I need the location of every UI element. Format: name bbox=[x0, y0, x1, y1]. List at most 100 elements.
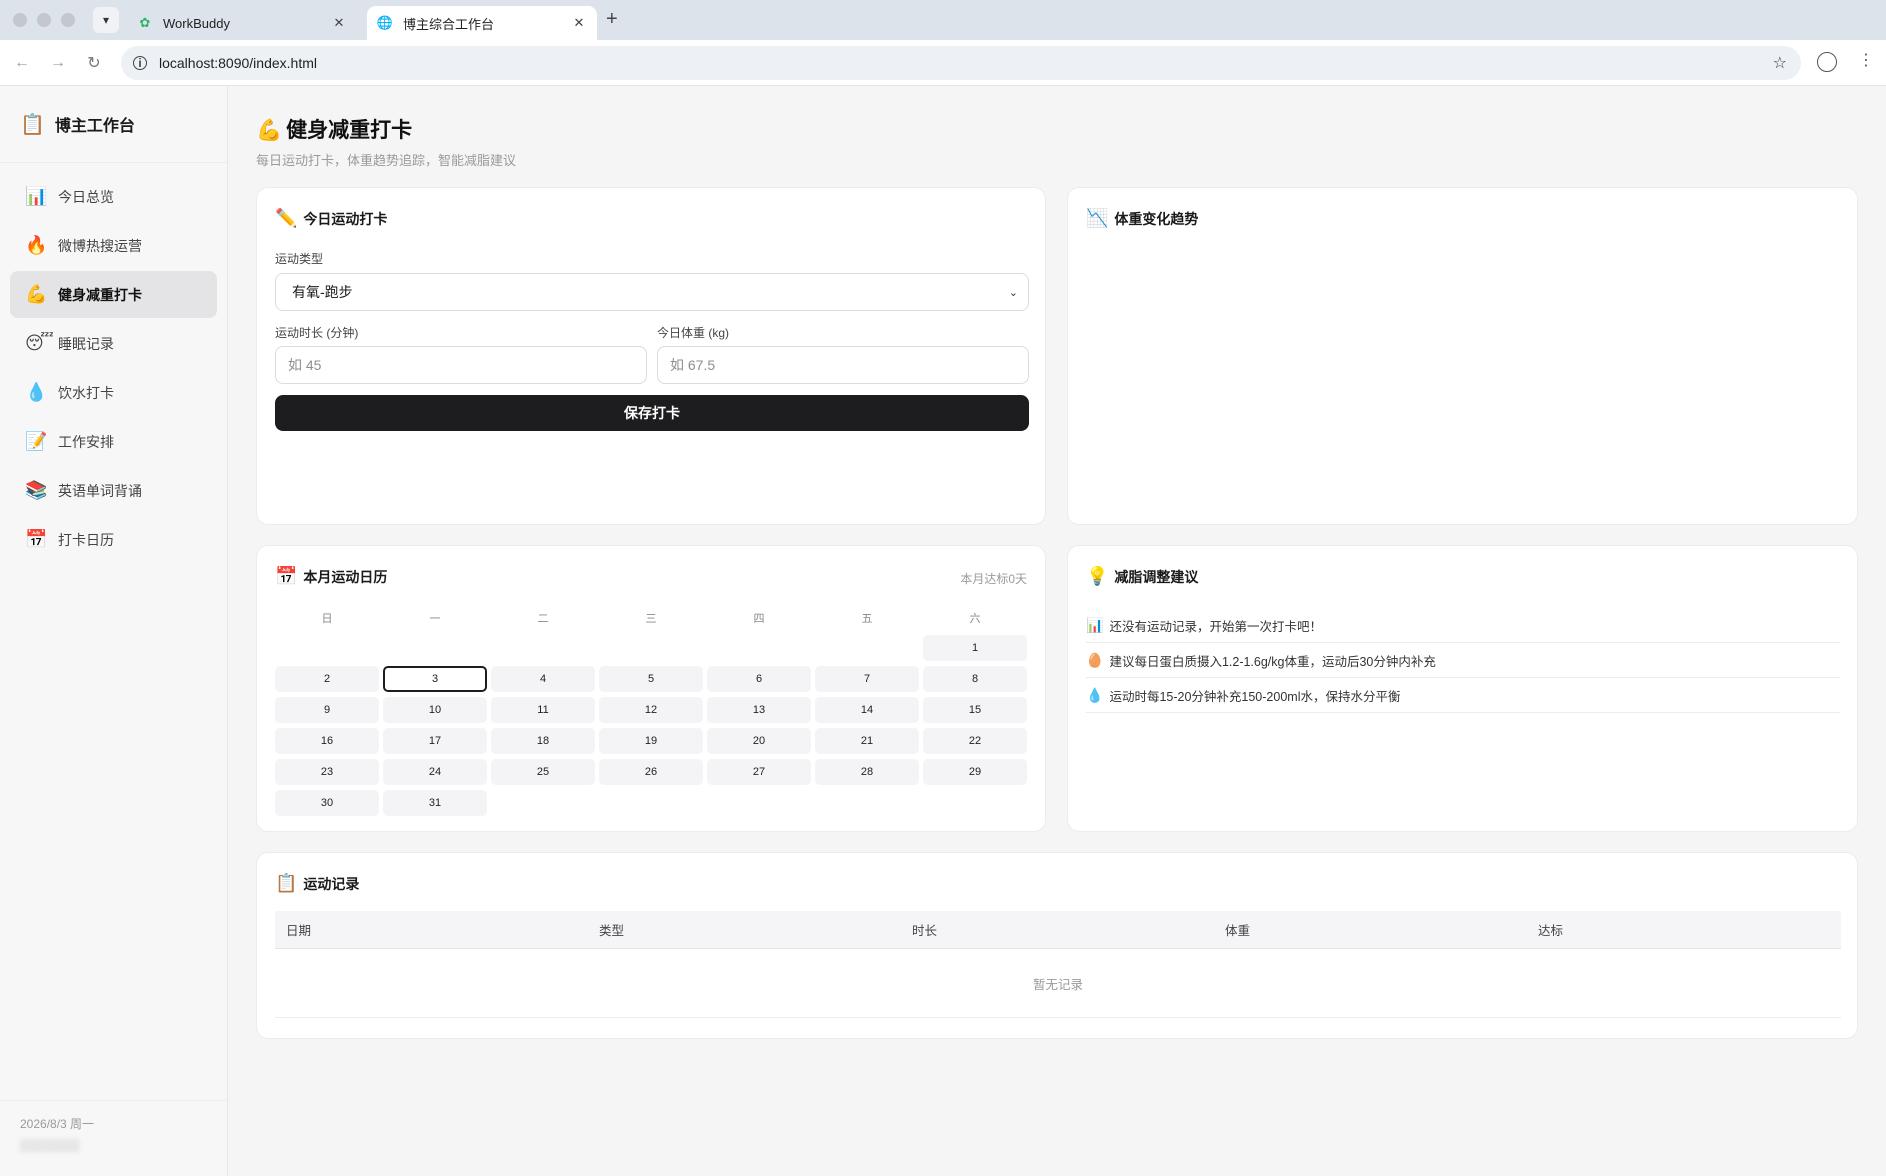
tip-item: 🥚 建议每日蛋白质摄入1.2-1.6g/kg体重，运动后30分钟内补充 bbox=[1086, 643, 1840, 678]
calendar-day[interactable]: 9 bbox=[275, 697, 379, 723]
bar-chart-icon: 📊 bbox=[25, 186, 48, 206]
calendar-day[interactable]: 26 bbox=[599, 759, 703, 785]
calendar-day[interactable]: 17 bbox=[383, 728, 487, 754]
sidebar-item[interactable]: 💪 健身减重打卡 bbox=[10, 271, 217, 318]
calendar-day[interactable]: 8 bbox=[923, 666, 1027, 692]
pencil-icon: ✏️ bbox=[275, 208, 298, 228]
calendar-icon: 📅 bbox=[275, 566, 298, 586]
books-icon: 📚 bbox=[25, 480, 48, 500]
calendar-day[interactable]: 25 bbox=[491, 759, 595, 785]
calendar-day[interactable]: 7 bbox=[815, 666, 919, 692]
close-tab-icon[interactable]: ✕ bbox=[331, 15, 347, 31]
calendar-day[interactable]: 11 bbox=[491, 697, 595, 723]
back-arrow-icon[interactable]: ← bbox=[12, 54, 32, 72]
records-card: 📋 运动记录 日期 类型 时长 体重 达标 暂无记录 bbox=[256, 852, 1858, 1039]
calendar-day[interactable]: 21 bbox=[815, 728, 919, 754]
card-title: 今日运动打卡 bbox=[303, 210, 388, 227]
site-info-icon[interactable]: i bbox=[133, 56, 147, 70]
clipboard-icon: 📋 bbox=[20, 113, 45, 136]
calendar-day[interactable]: 18 bbox=[491, 728, 595, 754]
close-window-button[interactable] bbox=[13, 13, 27, 27]
sidebar-item[interactable]: 📚 英语单词背诵 bbox=[10, 467, 217, 514]
browser-tab-active[interactable]: 🌐 博主综合工作台 ✕ bbox=[367, 6, 597, 40]
calendar-day[interactable]: 16 bbox=[275, 728, 379, 754]
droplet-icon: 💧 bbox=[1086, 686, 1104, 703]
minimize-window-button[interactable] bbox=[37, 13, 51, 27]
sidebar-item[interactable]: 😴 睡眠记录 bbox=[10, 320, 217, 367]
browser-menu-icon[interactable]: ⋮ bbox=[1858, 50, 1874, 70]
maximize-window-button[interactable] bbox=[61, 13, 75, 27]
calendar-day[interactable]: 31 bbox=[383, 790, 487, 816]
forward-arrow-icon[interactable]: → bbox=[48, 54, 68, 72]
sidebar-item-label: 健身减重打卡 bbox=[58, 286, 142, 303]
profile-icon[interactable] bbox=[1817, 52, 1837, 72]
address-bar[interactable]: i localhost:8090/index.html ☆ bbox=[121, 46, 1801, 80]
calendar-day[interactable]: 4 bbox=[491, 666, 595, 692]
calendar-day[interactable]: 14 bbox=[815, 697, 919, 723]
weekday-header: 日 bbox=[321, 613, 333, 625]
calendar-grid: 日一二三四五六 1 2 3 4 5 6 7 8 9 10 11 12 13 14 15 16 17 18 19 20 21… bbox=[275, 608, 1029, 816]
tip-text: 还没有运动记录，开始第一次打卡吧！ bbox=[1109, 619, 1322, 634]
calendar-blank bbox=[599, 635, 703, 661]
calendar-day-today[interactable]: 3 bbox=[383, 666, 487, 692]
sidebar-item[interactable]: 📝 工作安排 bbox=[10, 418, 217, 465]
sidebar-item[interactable]: 💧 饮水打卡 bbox=[10, 369, 217, 416]
calendar-day[interactable]: 6 bbox=[707, 666, 811, 692]
tip-text: 运动时每15-20分钟补充150-200ml水，保持水分平衡 bbox=[1109, 689, 1401, 704]
weight-label: 今日体重 (kg) bbox=[657, 326, 730, 340]
sidebar: 📋 博主工作台 📊 今日总览 🔥 微博热搜运营 💪 健身减重打卡 😴 睡眠记录 💧 饮水打卡 📝 工作… bbox=[0, 86, 228, 1176]
calendar-day[interactable]: 28 bbox=[815, 759, 919, 785]
save-checkin-button[interactable]: 保存打卡 bbox=[275, 395, 1029, 431]
calendar-day[interactable]: 30 bbox=[275, 790, 379, 816]
calendar-day[interactable]: 23 bbox=[275, 759, 379, 785]
calendar-day[interactable]: 20 bbox=[707, 728, 811, 754]
sidebar-item[interactable]: 📅 打卡日历 bbox=[10, 516, 217, 563]
flexed-biceps-icon: 💪 bbox=[256, 119, 283, 142]
exercise-type-value: 有氧-跑步 bbox=[292, 284, 353, 300]
calendar-day[interactable]: 1 bbox=[923, 635, 1027, 661]
calendar-day[interactable]: 22 bbox=[923, 728, 1027, 754]
calendar-card: 📅 本月运动日历 本月达标0天 日一二三四五六 1 2 3 4 5 6 7 8 9 10 11 12 13… bbox=[256, 545, 1046, 832]
browser-tab-workbuddy[interactable]: ✿ WorkBuddy ✕ bbox=[127, 6, 357, 40]
weekday-header: 一 bbox=[429, 613, 441, 625]
browser-toolbar: ← → ↻ i localhost:8090/index.html ☆ ⋮ bbox=[0, 40, 1886, 86]
monthly-goal-summary: 本月达标0天 bbox=[960, 572, 1027, 586]
tab-search-chevron-icon[interactable]: ▾ bbox=[93, 7, 119, 33]
chart-decreasing-icon: 📉 bbox=[1086, 208, 1109, 228]
calendar-day[interactable]: 15 bbox=[923, 697, 1027, 723]
calendar-day[interactable]: 5 bbox=[599, 666, 703, 692]
sidebar-item[interactable]: 🔥 微博热搜运营 bbox=[10, 222, 217, 269]
duration-input[interactable] bbox=[275, 346, 647, 384]
calendar-day[interactable]: 19 bbox=[599, 728, 703, 754]
window-controls bbox=[13, 13, 75, 27]
tip-text: 建议每日蛋白质摄入1.2-1.6g/kg体重，运动后30分钟内补充 bbox=[1109, 654, 1436, 669]
sidebar-menu: 📊 今日总览 🔥 微博热搜运营 💪 健身减重打卡 😴 睡眠记录 💧 饮水打卡 📝 工作安排 📚 英语单词背… bbox=[0, 163, 227, 575]
clipboard-icon: 📋 bbox=[275, 873, 298, 893]
calendar-day[interactable]: 12 bbox=[599, 697, 703, 723]
calendar-day[interactable]: 10 bbox=[383, 697, 487, 723]
new-tab-plus-icon[interactable]: + bbox=[606, 8, 618, 31]
egg-icon: 🥚 bbox=[1086, 651, 1104, 668]
bookmark-star-icon[interactable]: ☆ bbox=[1773, 53, 1787, 73]
weight-input[interactable] bbox=[657, 346, 1029, 384]
calendar-day[interactable]: 29 bbox=[923, 759, 1027, 785]
calendar-day[interactable]: 24 bbox=[383, 759, 487, 785]
reload-icon[interactable]: ↻ bbox=[84, 53, 104, 73]
sidebar-item[interactable]: 📊 今日总览 bbox=[10, 173, 217, 220]
card-header: 💡 减脂调整建议 bbox=[1086, 566, 1198, 587]
main-content: 💪 健身减重打卡 每日运动打卡，体重趋势追踪，智能减脂建议 ✏️ 今日运动打卡 运… bbox=[229, 86, 1886, 1176]
exercise-type-select[interactable]: 有氧-跑步 ⌄ bbox=[275, 273, 1029, 311]
flexed-biceps-icon: 💪 bbox=[25, 284, 48, 304]
weekday-header: 四 bbox=[753, 613, 765, 625]
footer-blurred-text: ▒▒▒▒▒▒▒ bbox=[20, 1138, 80, 1152]
sidebar-item-label: 工作安排 bbox=[58, 433, 114, 450]
sidebar-item-label: 微博热搜运营 bbox=[58, 237, 142, 254]
bar-chart-icon: 📊 bbox=[1086, 616, 1104, 633]
calendar-day[interactable]: 2 bbox=[275, 666, 379, 692]
sidebar-footer: 2026/8/3 周一 ▒▒▒▒▒▒▒ bbox=[0, 1100, 227, 1176]
url-text: localhost:8090/index.html bbox=[159, 55, 317, 71]
calendar-day[interactable]: 13 bbox=[707, 697, 811, 723]
card-title: 体重变化趋势 bbox=[1114, 210, 1199, 227]
close-tab-icon[interactable]: ✕ bbox=[571, 15, 587, 31]
calendar-day[interactable]: 27 bbox=[707, 759, 811, 785]
